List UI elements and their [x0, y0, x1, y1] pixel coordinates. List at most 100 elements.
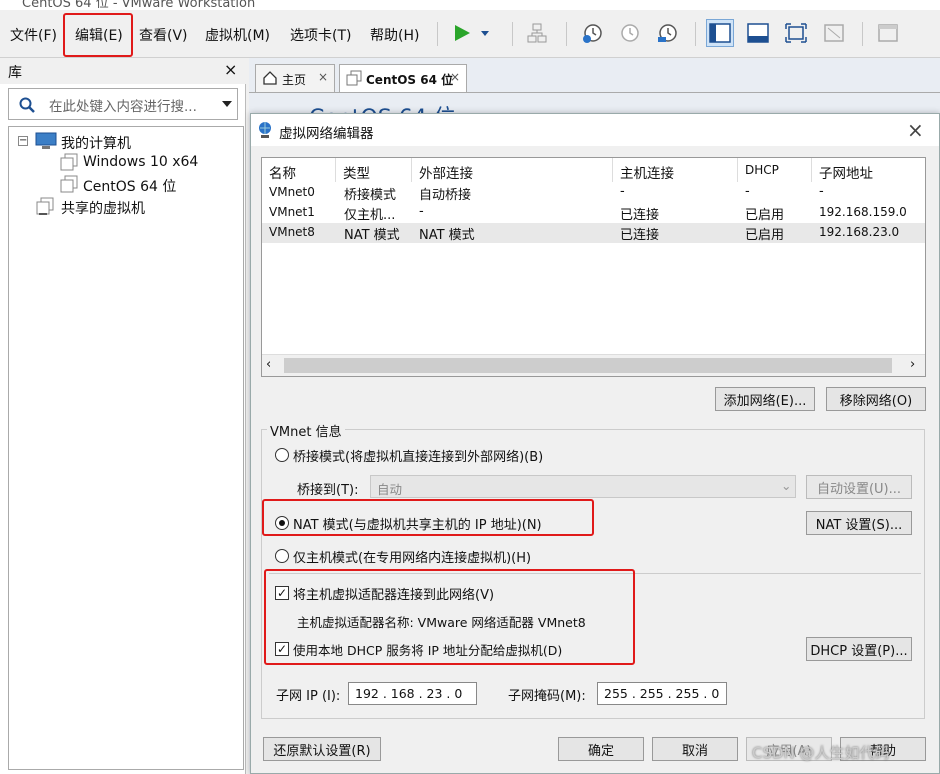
scrollbar-thumb[interactable] — [284, 358, 892, 373]
chevron-down-icon[interactable] — [221, 100, 233, 108]
subnet-ip-input[interactable]: 192 . 168 . 23 . 0 — [348, 682, 477, 705]
cell-external: 自动桥接 — [419, 188, 472, 203]
vm-icon — [60, 175, 78, 193]
menu-vm[interactable]: 虚拟机(M) — [205, 25, 270, 45]
subnet-mask-label: 子网掩码(M): — [508, 689, 586, 704]
col-header-external[interactable]: 外部连接 — [412, 158, 613, 182]
snapshot-manager-icon[interactable] — [653, 19, 681, 47]
dhcp-settings-button[interactable]: DHCP 设置(P)... — [806, 637, 912, 661]
play-icon[interactable] — [448, 19, 476, 47]
col-header-host[interactable]: 主机连接 — [613, 158, 738, 182]
cell-host: - — [620, 184, 625, 199]
shared-vm-icon — [36, 197, 54, 215]
connect-adapter-label[interactable]: 将主机虚拟适配器连接到此网络(V) — [293, 584, 494, 603]
table-row[interactable]: VMnet0 桥接模式 自动桥接 - - - — [262, 183, 925, 203]
remove-network-button[interactable]: 移除网络(O) — [826, 387, 926, 411]
col-header-dhcp[interactable]: DHCP — [738, 158, 812, 182]
nat-mode-radio[interactable] — [275, 516, 289, 530]
play-dropdown-icon[interactable] — [476, 19, 494, 47]
library-title: 库 — [8, 65, 22, 81]
library-tree: − 我的计算机 Windows 10 x64 CentOS 64 位 共享的虚拟… — [8, 126, 244, 770]
bridge-mode-radio[interactable] — [275, 448, 289, 462]
dialog-title-bar: 虚拟网络编辑器 × — [251, 114, 939, 146]
cell-type: 桥接模式 — [344, 188, 397, 203]
search-placeholder: 在此处键入内容进行搜... — [49, 99, 197, 115]
vm-icon — [60, 153, 78, 171]
cell-subnet: - — [819, 184, 824, 199]
chevron-down-icon: ⌄ — [781, 478, 792, 493]
restore-defaults-button[interactable]: 还原默认设置(R) — [263, 737, 381, 761]
menu-view[interactable]: 查看(V) — [139, 25, 188, 45]
home-icon — [263, 71, 277, 85]
snapshot-icon[interactable] — [578, 19, 606, 47]
tab-centos-label: CentOS 64 位 — [366, 73, 454, 87]
tab-home-label: 主页 — [282, 73, 307, 87]
auto-settings-button[interactable]: 自动设置(U)... — [806, 475, 912, 499]
cell-name: VMnet0 — [269, 185, 315, 199]
dialog-title: 虚拟网络编辑器 — [279, 126, 374, 142]
window-title: CentOS 64 位 - VMware Workstation — [22, 0, 256, 10]
adapter-name-text: 主机虚拟适配器名称: VMware 网络适配器 VMnet8 — [297, 615, 586, 630]
host-only-radio[interactable] — [275, 549, 289, 563]
cancel-button[interactable]: 取消 — [652, 737, 738, 761]
horizontal-scrollbar[interactable]: ‹ › — [262, 354, 925, 376]
network-globe-icon — [259, 122, 271, 138]
cell-external: NAT 模式 — [419, 228, 475, 243]
network-icon[interactable] — [523, 19, 551, 47]
menu-toolbar: 文件(F) 编辑(E) 查看(V) 虚拟机(M) 选项卡(T) 帮助(H) — [0, 10, 940, 58]
watermark-text: CSDN @人生如代码 — [752, 744, 890, 762]
host-only-label[interactable]: 仅主机模式(在专用网络内连接虚拟机)(H) — [293, 547, 531, 566]
bridge-mode-label[interactable]: 桥接模式(将虚拟机直接连接到外部网络)(B) — [293, 446, 543, 465]
revert-snapshot-icon[interactable] — [615, 19, 643, 47]
tab-close-icon[interactable]: × — [450, 70, 460, 84]
use-dhcp-checkbox[interactable]: ✓ — [275, 642, 289, 656]
collapse-icon[interactable]: − — [18, 136, 28, 146]
table-row[interactable]: VMnet1 仅主机... - 已连接 已启用 192.168.159.0 — [262, 203, 925, 223]
bridge-to-label: 桥接到(T): — [297, 483, 359, 498]
library-close-icon[interactable]: × — [224, 60, 237, 79]
add-network-button[interactable]: 添加网络(E)... — [715, 387, 815, 411]
connect-adapter-checkbox[interactable]: ✓ — [275, 586, 289, 600]
subnet-mask-input[interactable]: 255 . 255 . 255 . 0 — [597, 682, 727, 705]
bridge-to-value: 自动 — [377, 482, 403, 497]
menu-tabs[interactable]: 选项卡(T) — [290, 25, 351, 45]
tab-centos[interactable]: CentOS 64 位 × — [339, 64, 467, 92]
menu-help[interactable]: 帮助(H) — [370, 25, 419, 45]
tab-close-icon[interactable]: × — [318, 70, 328, 84]
scroll-left-icon[interactable]: ‹ — [266, 357, 271, 372]
subnet-ip-label: 子网 IP (I): — [276, 689, 341, 704]
unity-icon[interactable] — [820, 19, 848, 47]
col-header-subnet[interactable]: 子网地址 — [812, 158, 925, 182]
dialog-close-icon[interactable]: × — [907, 118, 924, 142]
vmnet-info-label: VMnet 信息 — [267, 421, 345, 440]
cell-subnet: 192.168.159.0 — [819, 205, 907, 219]
bridge-to-select[interactable]: 自动 ⌄ — [370, 475, 796, 498]
cell-subnet: 192.168.23.0 — [819, 225, 900, 239]
tree-vm-centos[interactable]: CentOS 64 位 — [83, 176, 176, 196]
console-view-icon[interactable] — [744, 19, 772, 47]
library-search-input[interactable]: 在此处键入内容进行搜... — [8, 88, 238, 120]
tree-shared-vms[interactable]: 共享的虚拟机 — [61, 198, 145, 218]
tree-my-computer[interactable]: 我的计算机 — [61, 133, 131, 153]
fullscreen-icon[interactable] — [782, 19, 810, 47]
sidebar-view-icon[interactable] — [706, 19, 734, 47]
menu-edit[interactable]: 编辑(E) — [75, 25, 123, 45]
use-dhcp-label[interactable]: 使用本地 DHCP 服务将 IP 地址分配给虚拟机(D) — [293, 640, 562, 659]
tab-home[interactable]: 主页 × — [255, 64, 335, 92]
nat-settings-button[interactable]: NAT 设置(S)... — [806, 511, 912, 535]
cell-dhcp: 已启用 — [745, 228, 785, 243]
col-header-name[interactable]: 名称 — [262, 158, 336, 182]
ok-button[interactable]: 确定 — [558, 737, 644, 761]
scroll-right-icon[interactable]: › — [910, 357, 915, 372]
preferences-icon[interactable] — [874, 19, 902, 47]
col-header-type[interactable]: 类型 — [336, 158, 412, 182]
nat-mode-label[interactable]: NAT 模式(与虚拟机共享主机的 IP 地址)(N) — [293, 514, 542, 533]
table-row-selected[interactable]: VMnet8 NAT 模式 NAT 模式 已连接 已启用 192.168.23.… — [262, 223, 925, 243]
vmnet-info-group — [261, 429, 925, 719]
cell-external: - — [419, 204, 424, 219]
cell-type: NAT 模式 — [344, 228, 400, 243]
cell-host: 已连接 — [620, 208, 660, 223]
tree-vm-windows[interactable]: Windows 10 x64 — [83, 154, 198, 170]
menu-file[interactable]: 文件(F) — [10, 25, 57, 45]
search-icon — [19, 97, 35, 113]
